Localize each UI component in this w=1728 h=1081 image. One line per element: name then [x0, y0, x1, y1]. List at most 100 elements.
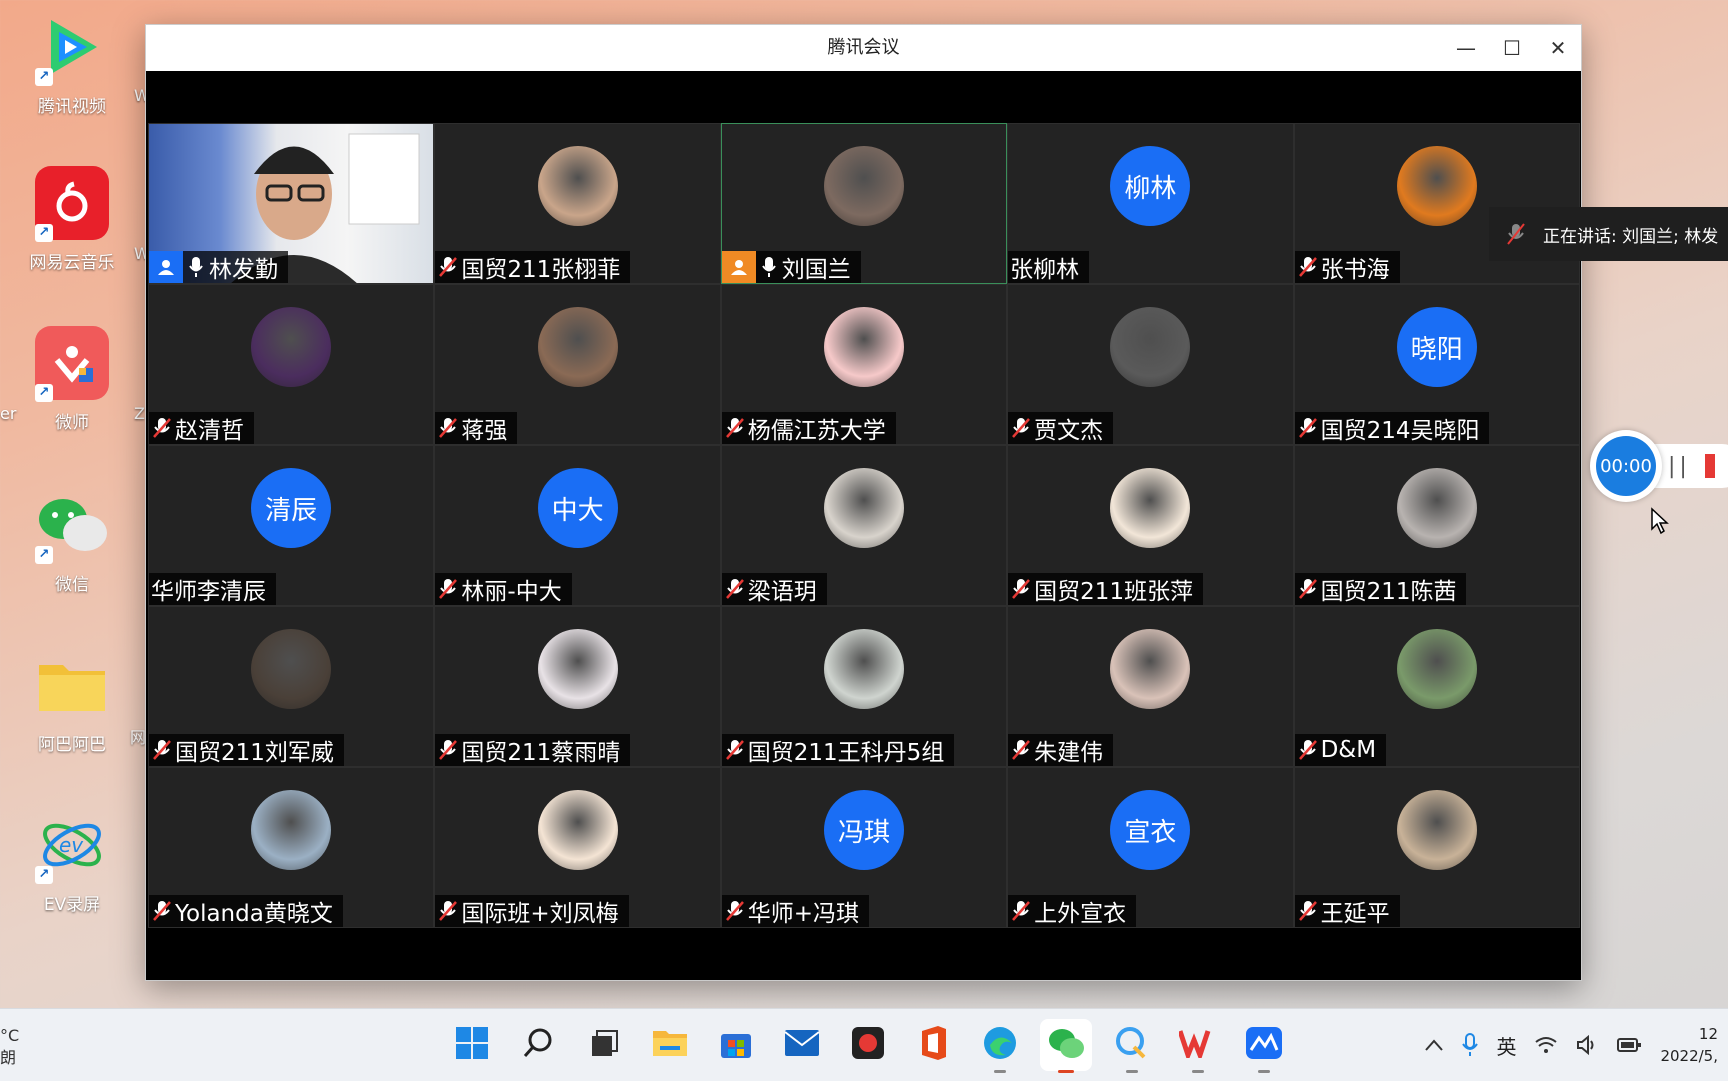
desktop-icon-ev-recorder[interactable]: ev ↗ EV录屏	[20, 808, 124, 915]
qq-icon	[1114, 1025, 1150, 1065]
mic-muted-icon	[1295, 573, 1321, 605]
mic-muted-icon	[1008, 573, 1034, 605]
participant-name: 国贸211刘军威	[175, 740, 334, 766]
participant-avatar	[823, 629, 904, 709]
taskbar-app[interactable]	[578, 1019, 630, 1071]
participant-name: 林丽-中大	[461, 579, 562, 605]
running-indicator	[994, 1070, 1006, 1073]
participant-tile[interactable]: 宣衣 上外宣衣	[1007, 767, 1294, 928]
participant-avatar	[251, 307, 332, 387]
participant-tile[interactable]: 贾文杰	[1007, 284, 1294, 445]
recording-widget[interactable]: || 00:00	[1590, 430, 1728, 502]
close-button[interactable]: ✕	[1535, 25, 1581, 71]
weather-widget[interactable]: °C 朗	[0, 1025, 19, 1069]
participant-namebar: Yolanda黄晓文	[149, 895, 343, 927]
participant-avatar	[1396, 146, 1477, 226]
recording-timer[interactable]: 00:00	[1590, 430, 1662, 502]
participant-tile[interactable]: 晓阳 国贸214吴晓阳	[1293, 284, 1580, 445]
taskbar-app[interactable]	[974, 1019, 1026, 1073]
participant-tile[interactable]: 王延平	[1293, 767, 1580, 928]
participant-tile[interactable]: 国贸211张栩菲	[434, 123, 721, 284]
taskbar-app[interactable]	[842, 1019, 894, 1071]
desktop-icon-netease-music[interactable]: ↗ 网易云音乐	[20, 166, 124, 273]
mic-muted-icon	[435, 412, 461, 444]
participant-avatar	[251, 790, 332, 870]
participant-avatar	[1396, 468, 1477, 548]
taskbar-app[interactable]	[776, 1019, 828, 1071]
running-indicator	[1126, 1070, 1138, 1073]
participant-tile[interactable]: 柳林 张柳林	[1007, 123, 1294, 284]
microphone-icon[interactable]	[1462, 1033, 1479, 1057]
desktop-edge-label: er	[0, 404, 17, 423]
volume-icon[interactable]	[1576, 1035, 1598, 1055]
participant-name: 蒋强	[461, 418, 508, 444]
participant-tile[interactable]: 刘国兰	[720, 123, 1008, 284]
clock[interactable]: 12 2022/5,	[1660, 1023, 1718, 1067]
taskbar-app[interactable]	[1238, 1019, 1290, 1073]
participant-tile[interactable]: 林发勤	[148, 123, 435, 284]
participant-avatar	[823, 307, 904, 387]
pause-button[interactable]: ||	[1668, 454, 1691, 479]
desktop-icon-tencent-video[interactable]: ↗ 腾讯视频	[20, 10, 124, 117]
participant-avatar: 清辰	[251, 468, 332, 548]
participant-name: Yolanda黄晓文	[175, 901, 333, 927]
mic-muted-icon	[149, 412, 175, 444]
minimize-button[interactable]: —	[1443, 25, 1489, 71]
desktop-icon-wechat[interactable]: ↗ 微信	[20, 488, 124, 595]
taskbar-app[interactable]	[1040, 1019, 1092, 1073]
participant-tile[interactable]: 国贸211陈茜	[1293, 445, 1580, 606]
netease-music-icon: ↗	[35, 166, 109, 242]
participant-namebar: 张书海	[1294, 251, 1400, 283]
participant-tile[interactable]: 朱建伟	[1007, 606, 1294, 767]
taskbar-app[interactable]	[908, 1019, 960, 1071]
wifi-icon[interactable]	[1534, 1036, 1558, 1054]
taskbar-app[interactable]	[446, 1019, 498, 1071]
participant-tile[interactable]: 杨儒江苏大学	[720, 284, 1008, 445]
speaking-text: 正在讲话: 刘国兰; 林发	[1543, 226, 1719, 247]
participant-avatar: 冯琪	[823, 790, 904, 870]
stop-button[interactable]	[1704, 454, 1715, 478]
participant-tile[interactable]: 赵清哲	[148, 284, 435, 445]
participant-namebar: 林发勤	[149, 251, 288, 283]
participant-tile[interactable]: 冯琪 华师+冯琪	[720, 767, 1008, 928]
chevron-up-icon[interactable]	[1424, 1038, 1444, 1052]
tencent-video-icon: ↗	[35, 10, 109, 86]
start-icon	[455, 1026, 489, 1064]
participant-namebar: 国贸211张栩菲	[435, 251, 631, 283]
participant-tile[interactable]: 清辰华师李清辰	[148, 445, 435, 606]
participant-tile[interactable]: 国贸211班张萍	[1007, 445, 1294, 606]
participant-tile[interactable]: 国贸211蔡雨晴	[434, 606, 721, 767]
participant-tile[interactable]: 国贸211王科丹5组	[720, 606, 1008, 767]
ime-indicator[interactable]: 英	[1496, 1031, 1516, 1060]
taskbar-app[interactable]	[1106, 1019, 1158, 1073]
clock-date: 2022/5,	[1660, 1047, 1718, 1065]
participant-tile[interactable]: 国际班+刘凤梅	[434, 767, 721, 928]
desktop-icon-weishi[interactable]: ↗ 微师	[20, 326, 124, 433]
participant-tile[interactable]: D&M	[1293, 606, 1580, 767]
mic-muted-icon	[435, 734, 461, 766]
participant-namebar: 王延平	[1294, 895, 1400, 927]
participant-avatar	[251, 629, 332, 709]
participant-tile[interactable]: 蒋强	[434, 284, 721, 445]
maximize-button[interactable]: ☐	[1489, 25, 1535, 71]
participant-namebar: 蒋强	[435, 412, 518, 444]
participant-tile[interactable]: 国贸211刘军威	[148, 606, 435, 767]
mic-muted-icon	[722, 412, 748, 444]
participant-name: 国贸211王科丹5组	[747, 740, 945, 766]
battery-icon[interactable]	[1616, 1036, 1642, 1054]
participant-namebar: 华师李清辰	[149, 573, 276, 605]
participant-tile[interactable]: 中大 林丽-中大	[434, 445, 721, 606]
desktop-edge-label: 网	[130, 728, 147, 747]
desktop-icon-folder[interactable]: 阿巴阿巴	[20, 648, 124, 755]
svg-text:ev: ev	[59, 833, 84, 857]
participant-tile[interactable]: Yolanda黄晓文	[148, 767, 435, 928]
participant-namebar: 梁语玥	[721, 573, 827, 605]
taskbar-app[interactable]	[1172, 1019, 1224, 1073]
taskbar-app[interactable]	[644, 1019, 696, 1071]
participant-namebar: 林丽-中大	[435, 573, 572, 605]
participant-tile[interactable]: 梁语玥	[720, 445, 1008, 606]
taskbar-app[interactable]	[710, 1019, 762, 1071]
title-bar[interactable]: 腾讯会议 — ☐ ✕	[146, 25, 1581, 71]
mail-icon	[784, 1029, 820, 1061]
taskbar-app[interactable]	[512, 1019, 564, 1071]
